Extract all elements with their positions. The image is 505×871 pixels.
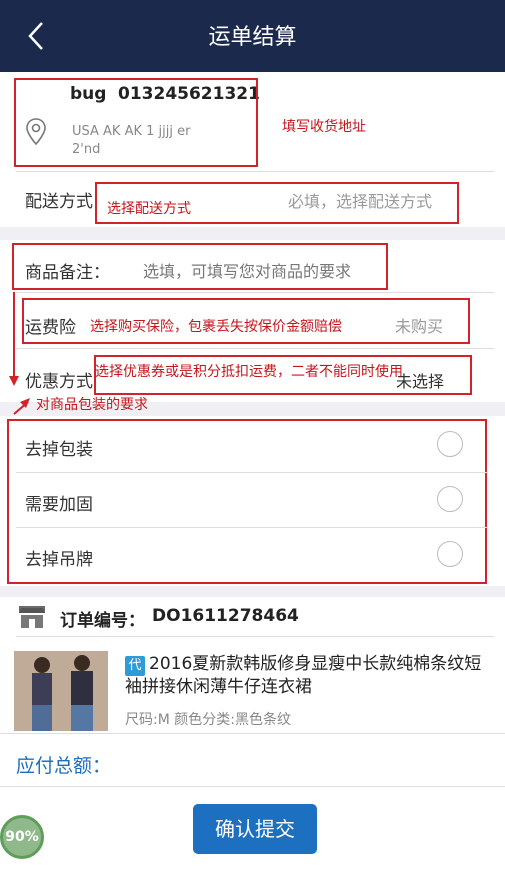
divider bbox=[16, 636, 494, 637]
product-image[interactable] bbox=[14, 651, 108, 731]
progress-badge[interactable]: 90% bbox=[0, 815, 44, 859]
remark-label: 商品备注： bbox=[25, 263, 110, 283]
radio-reinforce[interactable] bbox=[437, 486, 463, 512]
divider bbox=[16, 171, 494, 172]
discount-value[interactable]: 未选择 bbox=[396, 368, 444, 392]
insurance-annotation-text: 选择购买保险，包裹丢失按保价金额赔偿 bbox=[90, 319, 342, 335]
store-icon bbox=[19, 606, 45, 628]
radio-remove-tag[interactable] bbox=[437, 541, 463, 567]
divider bbox=[0, 786, 505, 787]
divider bbox=[16, 472, 488, 473]
address-annotation-box[interactable] bbox=[14, 78, 258, 167]
packaging-option-label: 去掉吊牌 bbox=[25, 550, 93, 570]
remark-input[interactable]: 选填，可填写您对商品的要求 bbox=[143, 258, 351, 282]
divider bbox=[16, 348, 494, 349]
order-number: DO1611278464 bbox=[152, 606, 299, 626]
packaging-option-label: 需要加固 bbox=[25, 495, 93, 515]
divider bbox=[16, 292, 494, 293]
discount-annotation-text: 选择优惠券或是积分抵扣运费，二者不能同时使用 bbox=[95, 364, 403, 380]
packaging-option-label: 去掉包装 bbox=[25, 440, 93, 460]
insurance-value[interactable]: 未购买 bbox=[395, 313, 443, 337]
packaging-annotation-text: 对商品包装的要求 bbox=[36, 397, 148, 413]
shipping-annotation-text: 选择配送方式 bbox=[107, 201, 191, 217]
total-label: 应付总额： bbox=[16, 755, 112, 777]
product-title[interactable]: 2016夏新款韩版修身显瘦中长款纯棉条纹短袖拼接休闲薄牛仔连衣裙 bbox=[125, 653, 490, 699]
divider bbox=[0, 733, 505, 734]
radio-remove-packaging[interactable] bbox=[437, 431, 463, 457]
divider bbox=[16, 527, 488, 528]
shipping-label: 配送方式 bbox=[25, 192, 93, 212]
order-number-label: 订单编号： bbox=[60, 611, 145, 631]
address-annotation-text: 填写收货地址 bbox=[282, 119, 366, 135]
product-spec: 尺码:M 颜色分类:黑色条纹 bbox=[125, 712, 291, 728]
back-arrow-icon[interactable] bbox=[26, 20, 46, 52]
page-title: 运单结算 bbox=[208, 25, 297, 50]
submit-button[interactable]: 确认提交 bbox=[193, 804, 317, 854]
